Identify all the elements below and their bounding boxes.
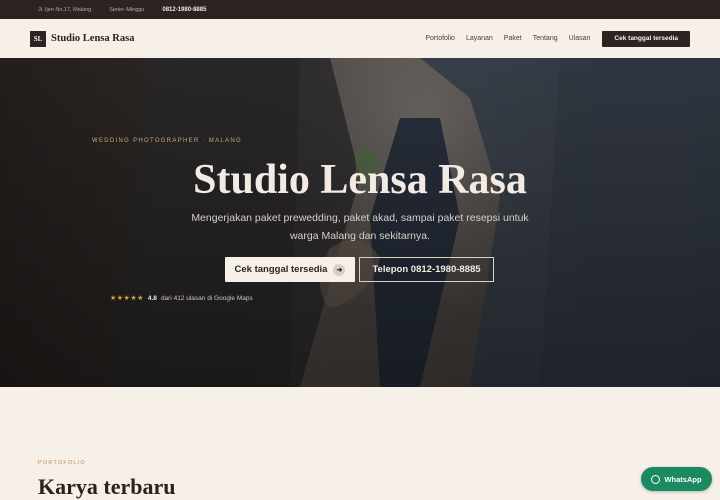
hero-call-button[interactable]: Telepon 0812-1980-8885 — [359, 257, 494, 282]
hero-title: Studio Lensa Rasa — [193, 157, 527, 203]
main-navigation: SL Studio Lensa Rasa Portofolio Layanan … — [0, 19, 720, 58]
hero-content: WEDDING PHOTOGRAPHER · MALANG Studio Len… — [0, 58, 720, 387]
nav-menu: Portofolio Layanan Paket Tentang Ulasan — [425, 35, 590, 42]
hero-section: WEDDING PHOTOGRAPHER · MALANG Studio Len… — [0, 58, 720, 387]
whatsapp-button[interactable]: WhatsApp — [641, 467, 712, 491]
brand-name[interactable]: Studio Lensa Rasa — [51, 33, 134, 44]
nav-item-tentang[interactable]: Tentang — [533, 35, 558, 42]
hours-text: Senin–Minggu — [109, 6, 145, 13]
hero-check-date-button[interactable]: Cek tanggal tersedia ➔ — [225, 257, 355, 282]
logo-mark[interactable]: SL — [30, 30, 46, 47]
whatsapp-icon — [651, 474, 661, 484]
portfolio-title: Karya terbaru — [38, 474, 176, 499]
portfolio-eyebrow: PORTOFOLIO — [38, 460, 86, 466]
top-info-bar: Jl. Ijen No.17, Malang Senin–Minggu 0812… — [0, 0, 720, 19]
nav-item-ulasan[interactable]: Ulasan — [569, 35, 591, 42]
rating-score: 4.8 — [147, 294, 157, 302]
address-text: Jl. Ijen No.17, Malang — [38, 6, 92, 13]
topbar-phone-link[interactable]: 0812-1980-8885 — [162, 7, 206, 13]
arrow-right-icon: ➔ — [333, 263, 346, 276]
whatsapp-label: WhatsApp — [664, 474, 702, 484]
nav-item-paket[interactable]: Paket — [504, 35, 522, 42]
nav-item-layanan[interactable]: Layanan — [466, 35, 493, 42]
hero-check-date-label: Cek tanggal tersedia — [234, 264, 328, 275]
star-rating-icon: ★★★★★ — [110, 295, 144, 302]
google-rating: ★★★★★ 4.8 dari 412 ulasan di Google Maps — [110, 294, 253, 303]
rating-text: dari 412 ulasan di Google Maps — [160, 294, 253, 302]
hero-subtitle: Mengerjakan paket prewedding, paket akad… — [191, 212, 529, 242]
hero-eyebrow: WEDDING PHOTOGRAPHER · MALANG — [92, 138, 242, 144]
nav-check-date-button[interactable]: Cek tanggal tersedia — [602, 30, 690, 47]
nav-item-portofolio[interactable]: Portofolio — [425, 35, 455, 42]
